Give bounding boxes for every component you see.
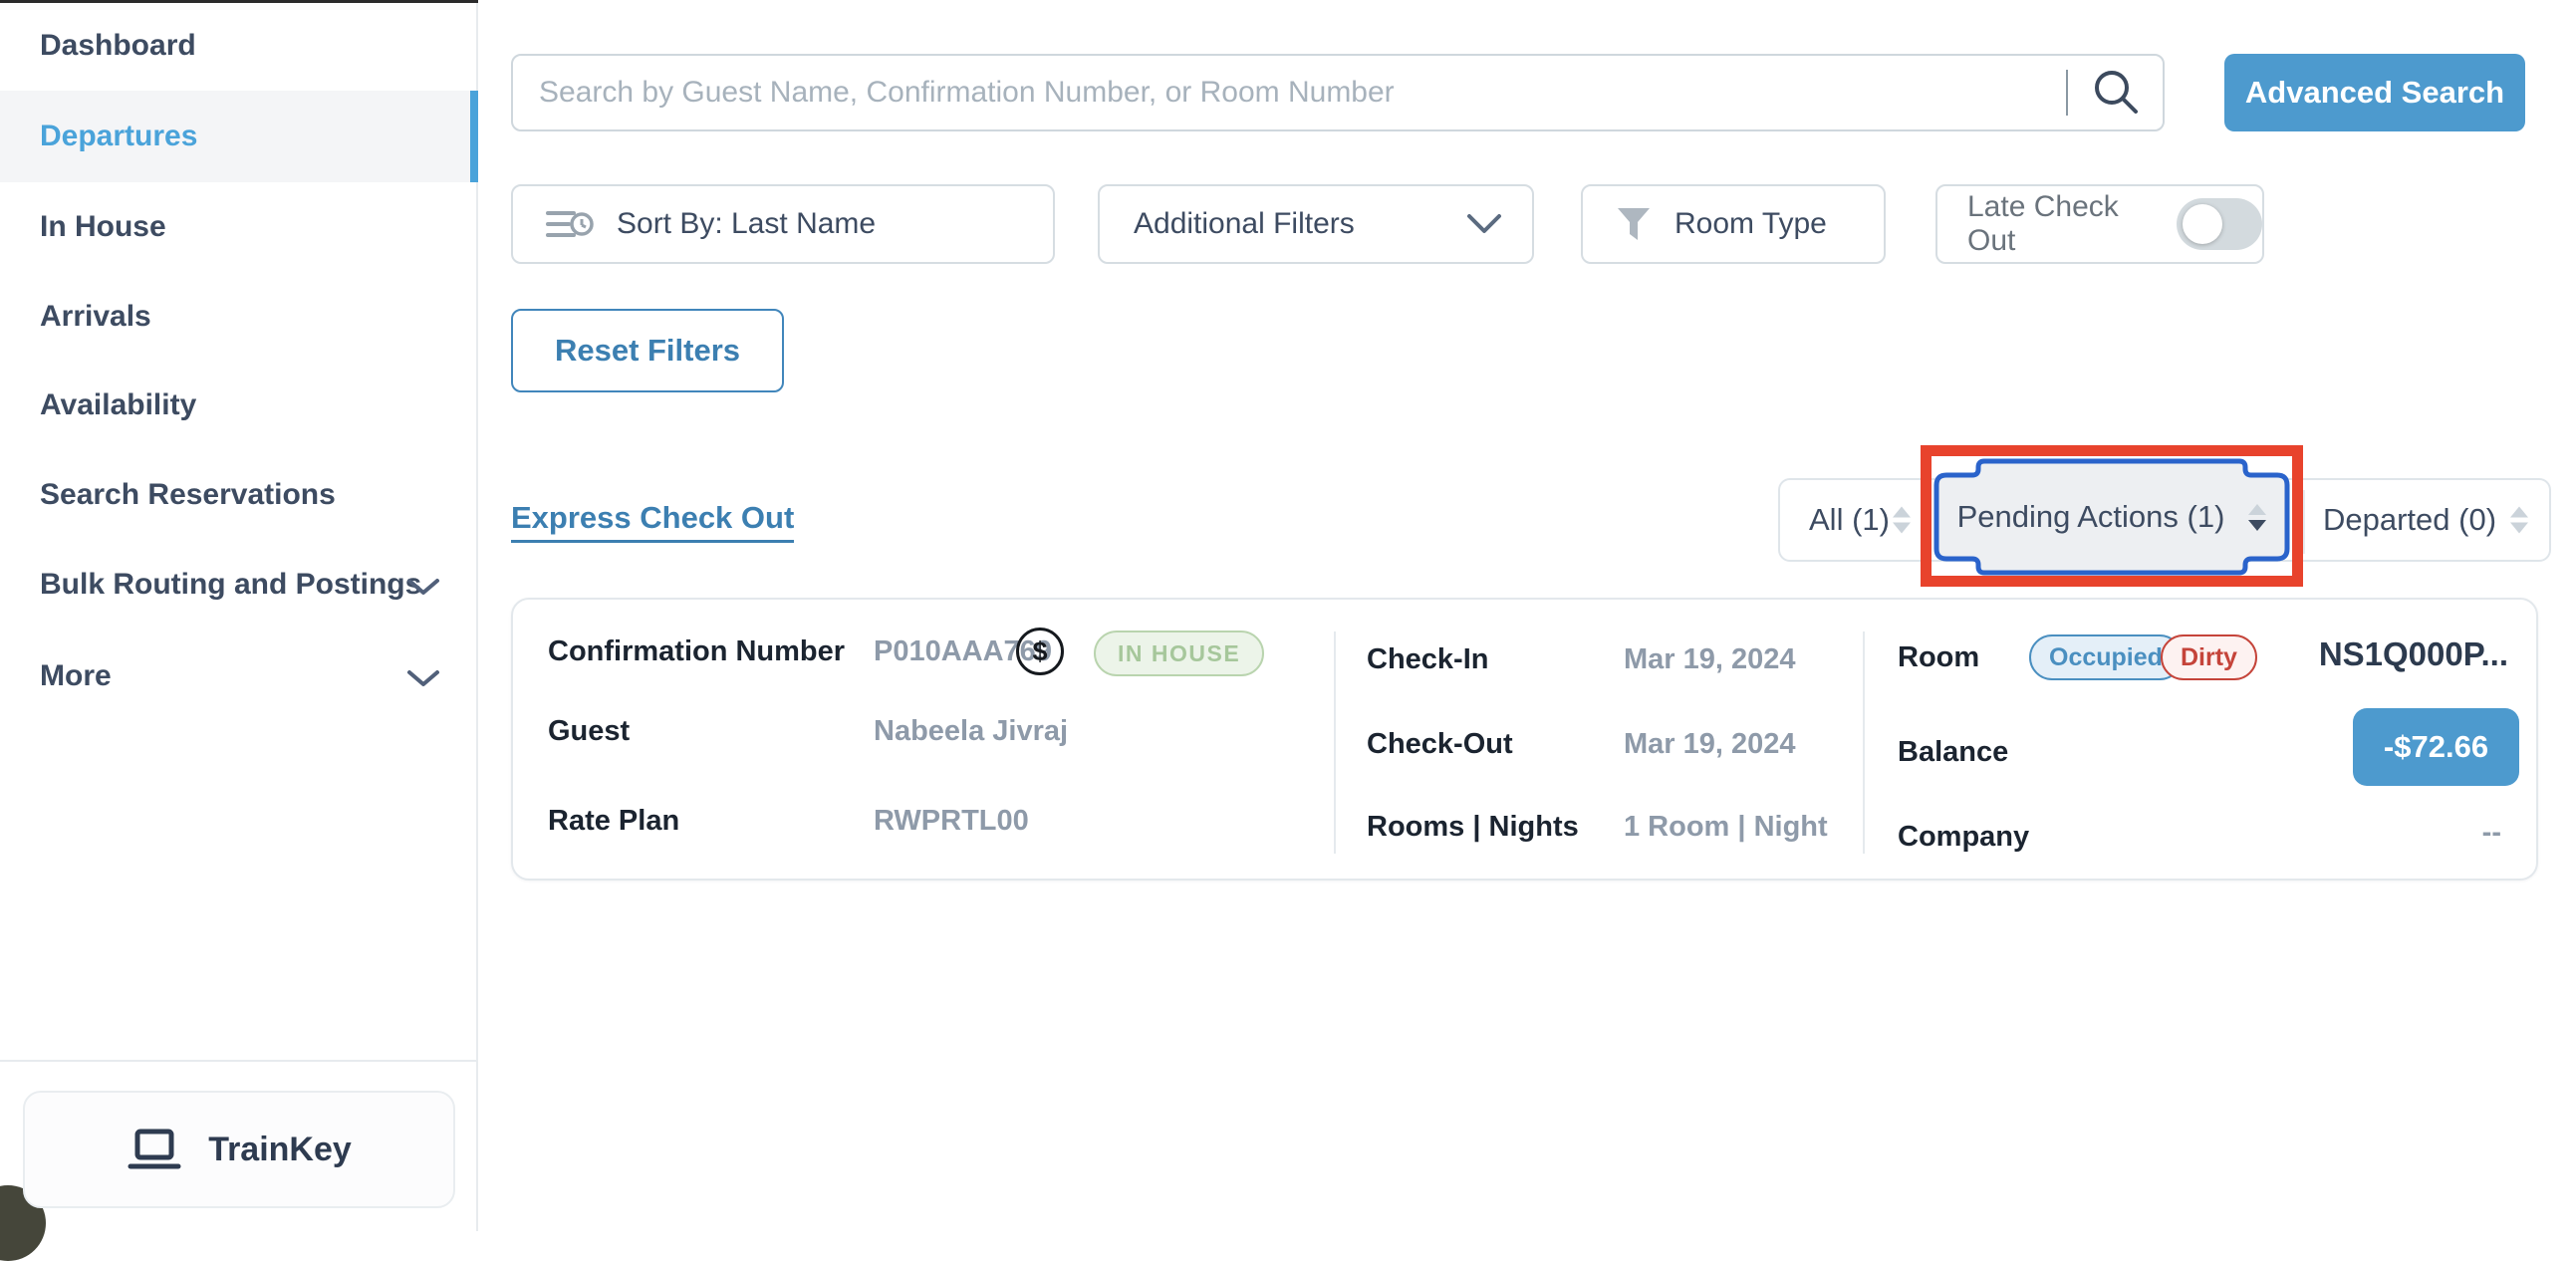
tab-departed[interactable]: Departed (0) [2323,480,2496,560]
sidebar-item-label: Availability [40,388,196,422]
card-divider [1334,631,1336,854]
payment-dollar-icon[interactable]: $ [1016,628,1064,675]
room-label: Room [1898,637,1979,677]
sidebar-item-label: Arrivals [40,300,151,334]
sidebar-item-availability[interactable]: Availability [0,360,478,451]
late-check-out-toggle[interactable] [2177,198,2262,250]
guest-value: Nabeela Jivraj [874,711,1068,751]
toggle-knob [2183,204,2222,244]
tab-pending-actions[interactable]: Pending Actions (1) [1932,457,2291,577]
balance-label: Balance [1898,732,2008,772]
sort-by-dropdown[interactable]: Sort By: Last Name [511,184,1055,264]
sort-arrows-icon[interactable] [2510,507,2528,534]
room-type-filter[interactable]: Room Type [1581,184,1886,264]
advanced-search-button[interactable]: Advanced Search [2224,54,2525,131]
laptop-icon [127,1126,182,1173]
company-label: Company [1898,817,2029,857]
room-occupied-badge: Occupied [2029,634,2183,680]
sidebar-item-in-house[interactable]: In House [0,181,478,273]
search-input[interactable] [511,54,2165,131]
check-in-label: Check-In [1367,639,1488,679]
reservation-card[interactable]: Confirmation Number P010AAA769 $ IN HOUS… [511,598,2538,881]
status-badge: IN HOUSE [1094,630,1264,676]
sidebar-item-label: Dashboard [40,29,196,63]
sidebar-divider [0,1060,478,1062]
sidebar-item-dashboard[interactable]: Dashboard [0,0,478,92]
reset-filters-button[interactable]: Reset Filters [511,309,784,392]
tab-divider [1929,490,1931,554]
sort-arrows-icon[interactable] [2248,504,2266,531]
express-check-out-link[interactable]: Express Check Out [511,500,794,543]
trainkey-button[interactable]: TrainKey [23,1091,455,1208]
chevron-down-icon [406,578,440,596]
tab-divider [2303,490,2305,554]
filter-funnel-icon [1615,205,1653,243]
additional-filters-label: Additional Filters [1134,207,1355,241]
sidebar-item-search-reservations[interactable]: Search Reservations [0,449,478,541]
sidebar-item-label: Bulk Routing and Postings [40,568,421,602]
room-dirty-badge: Dirty [2161,634,2257,680]
check-out-label: Check-Out [1367,724,1513,764]
trainkey-label: TrainKey [208,1131,352,1169]
room-number-value: NS1Q000P... [2319,635,2508,673]
rate-plan-label: Rate Plan [548,801,679,841]
check-out-value: Mar 19, 2024 [1624,724,1796,764]
sort-arrows-icon[interactable] [1893,507,1911,534]
additional-filters-dropdown[interactable]: Additional Filters [1098,184,1534,264]
balance-button[interactable]: -$72.66 [2353,708,2519,786]
tab-pending-actions-label: Pending Actions (1) [1957,499,2225,535]
late-check-out-label: Late Check Out [1967,190,2153,258]
chevron-down-icon [406,669,440,687]
sidebar-item-departures[interactable]: Departures [0,91,478,182]
sort-icon [545,204,595,244]
guest-label: Guest [548,711,630,751]
sidebar-item-label: In House [40,210,166,244]
sidebar-item-bulk-routing[interactable]: Bulk Routing and Postings [0,539,478,630]
sidebar-item-arrivals[interactable]: Arrivals [0,271,478,363]
sidebar-item-label: Search Reservations [40,478,336,512]
confirmation-number-label: Confirmation Number [548,631,845,671]
search-divider [2066,70,2068,116]
late-check-out-filter: Late Check Out [1935,184,2264,264]
company-value: -- [2482,817,2501,850]
tab-all[interactable]: All (1) [1809,480,1890,560]
sort-by-label: Sort By: Last Name [617,207,876,241]
check-in-value: Mar 19, 2024 [1624,639,1796,679]
search-icon[interactable] [2090,66,2144,120]
sidebar-item-more[interactable]: More [0,630,478,722]
rooms-nights-value: 1 Room | Night [1624,807,1828,847]
sidebar-item-label: Departures [40,120,197,153]
card-divider [1863,631,1865,854]
sidebar-item-label: More [40,659,112,693]
chevron-down-icon [1466,213,1502,235]
dollar-glyph: $ [1032,636,1047,667]
sidebar: Dashboard Departures In House Arrivals A… [0,0,478,1231]
room-type-label: Room Type [1674,207,1827,241]
rate-plan-value: RWPRTL00 [874,801,1029,841]
rooms-nights-label: Rooms | Nights [1367,807,1579,847]
